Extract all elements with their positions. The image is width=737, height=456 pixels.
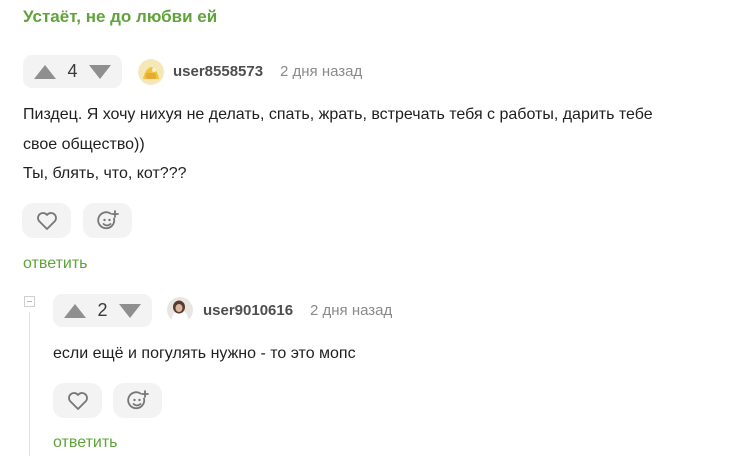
downvote-arrow-icon[interactable] bbox=[88, 64, 111, 79]
add-reaction-button[interactable] bbox=[83, 203, 132, 238]
username[interactable]: user9010616 bbox=[203, 302, 293, 319]
rating-widget: 2 bbox=[53, 294, 152, 327]
comment-text-line: если ещё и погулять нужно - то это мопс bbox=[53, 345, 356, 362]
comment-time[interactable]: 2 дня назад bbox=[310, 302, 392, 319]
comment-time[interactable]: 2 дня назад bbox=[280, 63, 362, 80]
thread-line bbox=[29, 312, 30, 456]
collapse-icon[interactable] bbox=[24, 296, 35, 307]
post-title-link[interactable]: Устаёт, не до любви ей bbox=[23, 7, 217, 27]
comment-text-line: свое общество)) bbox=[23, 136, 145, 153]
downvote-arrow-icon[interactable] bbox=[118, 303, 141, 318]
heart-icon bbox=[67, 391, 88, 410]
like-button[interactable] bbox=[22, 203, 71, 238]
comment-text-line: Пиздец. Я хочу нихуя не делать, спать, ж… bbox=[23, 106, 653, 123]
avatar[interactable] bbox=[167, 297, 193, 323]
comment-text-line: Ты, блять, что, кот??? bbox=[23, 165, 187, 182]
avatar[interactable] bbox=[138, 59, 164, 85]
upvote-arrow-icon[interactable] bbox=[64, 303, 86, 318]
upvote-arrow-icon[interactable] bbox=[34, 64, 56, 79]
emoji-add-icon bbox=[96, 209, 119, 229]
reply-link[interactable]: ответить bbox=[53, 434, 118, 452]
username[interactable]: user8558573 bbox=[173, 63, 263, 80]
rating-widget: 4 bbox=[23, 55, 122, 88]
like-button[interactable] bbox=[53, 383, 102, 418]
add-reaction-button[interactable] bbox=[113, 383, 162, 418]
heart-icon bbox=[36, 211, 57, 230]
emoji-add-icon bbox=[126, 389, 149, 409]
rating-count: 2 bbox=[97, 300, 108, 320]
reply-link[interactable]: ответить bbox=[23, 255, 88, 273]
rating-count: 4 bbox=[67, 61, 78, 81]
